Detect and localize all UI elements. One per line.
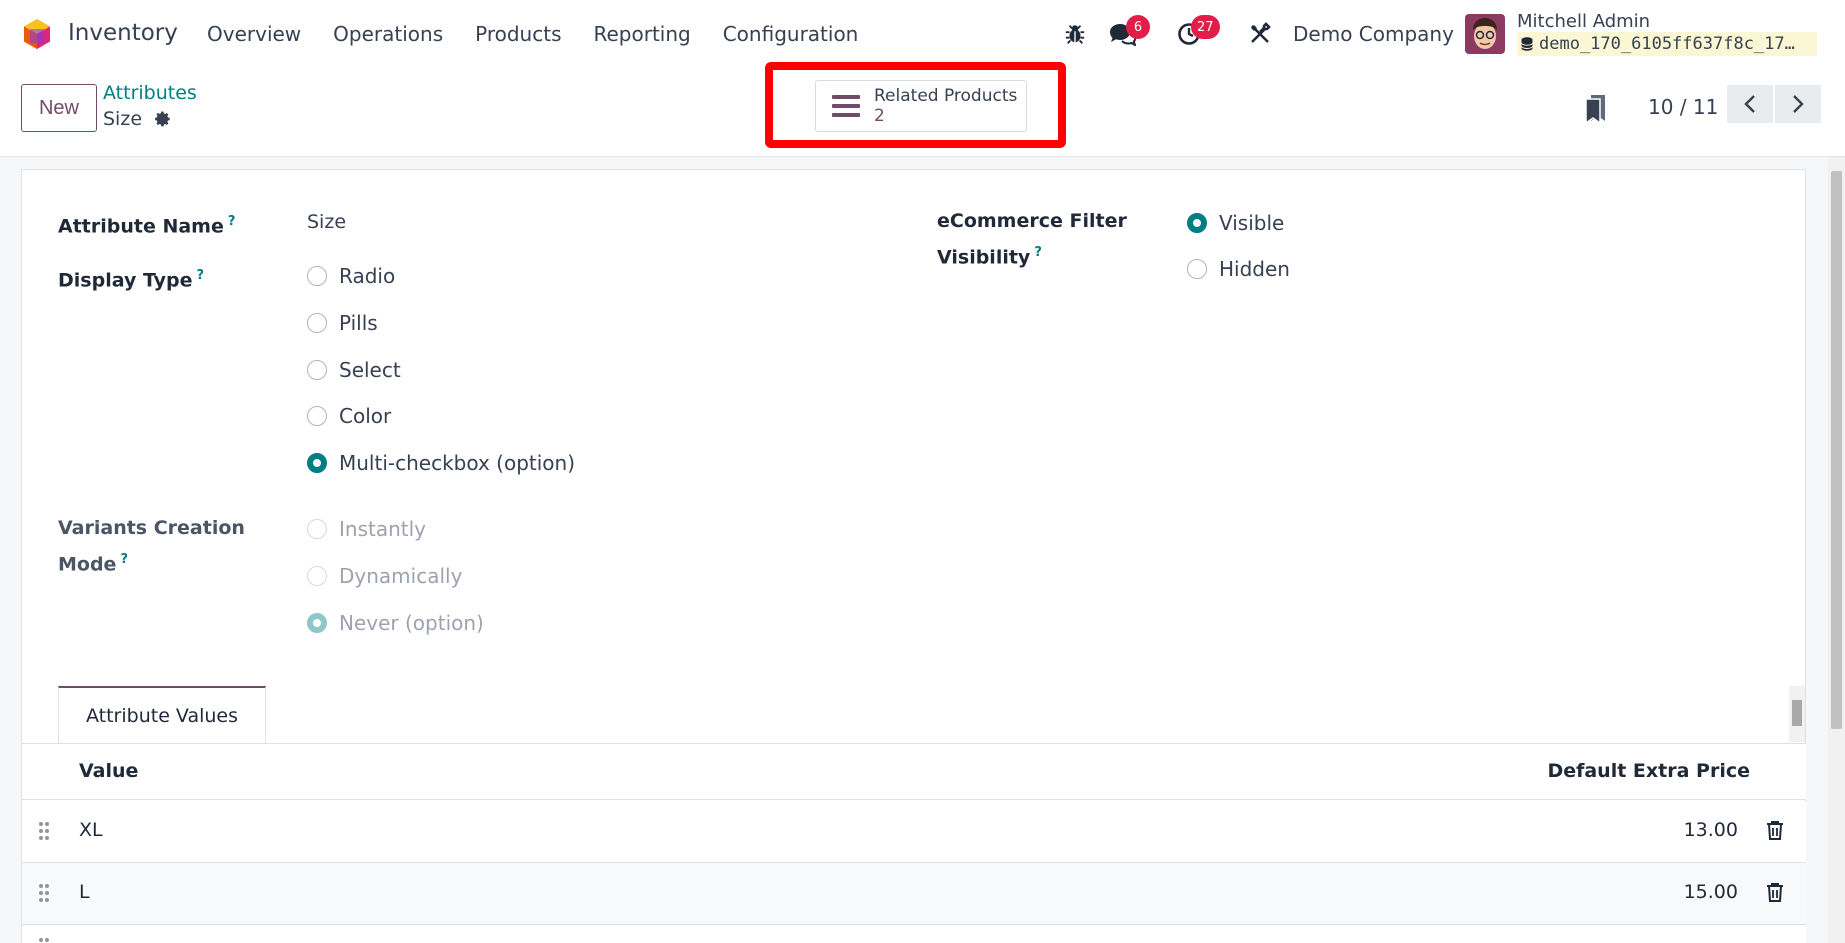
menu-configuration[interactable]: Configuration xyxy=(723,22,859,46)
gear-icon[interactable] xyxy=(154,110,172,128)
display-type-color[interactable]: Color xyxy=(307,404,391,428)
annotation-highlight-box xyxy=(765,62,1066,148)
app-name[interactable]: Inventory xyxy=(68,20,178,46)
cell-value[interactable]: L xyxy=(79,881,90,903)
variants-creation-label: Variants Creation Mode? xyxy=(58,517,245,576)
company-switcher[interactable]: Demo Company xyxy=(1293,22,1454,46)
bug-icon xyxy=(1065,25,1085,44)
menu-reporting[interactable]: Reporting xyxy=(593,22,690,46)
display-type-pills[interactable]: Pills xyxy=(307,311,378,335)
pager-value[interactable]: 10 / 11 xyxy=(1648,95,1718,119)
column-default-extra-price[interactable]: Default Extra Price xyxy=(1547,760,1750,782)
help-tooltip-icon[interactable]: ? xyxy=(120,552,128,567)
breadcrumb-current: Size xyxy=(103,108,172,130)
table-row[interactable]: L 15.00 xyxy=(22,863,1806,925)
variants-dynamically: Dynamically xyxy=(307,564,462,588)
display-type-label: Display Type? xyxy=(58,268,205,292)
breadcrumb-attributes[interactable]: Attributes xyxy=(103,82,197,104)
drag-handle-icon[interactable] xyxy=(38,883,50,903)
help-tooltip-icon[interactable]: ? xyxy=(1034,245,1042,260)
radio-indicator-selected xyxy=(307,613,327,633)
values-table-header: Value Default Extra Price xyxy=(22,744,1806,800)
trash-icon[interactable] xyxy=(1766,820,1784,840)
cell-extra-price[interactable]: 15.00 xyxy=(1684,881,1738,903)
page-scrollbar-thumb[interactable] xyxy=(1831,171,1842,729)
variants-instantly: Instantly xyxy=(307,517,426,541)
user-name[interactable]: Mitchell Admin xyxy=(1517,11,1650,32)
drag-handle-icon[interactable] xyxy=(38,937,50,943)
pager-next-button[interactable] xyxy=(1775,85,1821,123)
record-title: Size xyxy=(103,108,143,130)
cell-extra-price[interactable]: 13.00 xyxy=(1684,819,1738,841)
radio-indicator[interactable] xyxy=(307,266,327,286)
menu-products[interactable]: Products xyxy=(475,22,561,46)
variants-never: Never (option) xyxy=(307,611,484,635)
page-scrollbar[interactable] xyxy=(1828,157,1845,943)
help-tooltip-icon[interactable]: ? xyxy=(228,214,236,229)
pager-previous-button[interactable] xyxy=(1727,85,1773,123)
table-row[interactable]: XL 13.00 xyxy=(22,801,1806,863)
bookmark-icon[interactable] xyxy=(1583,93,1609,125)
radio-indicator[interactable] xyxy=(307,406,327,426)
drag-handle-icon[interactable] xyxy=(38,821,50,841)
tab-scrollbar[interactable] xyxy=(1789,686,1805,742)
radio-indicator[interactable] xyxy=(307,360,327,380)
display-type-multi-checkbox[interactable]: Multi-checkbox (option) xyxy=(307,451,575,475)
debug-button[interactable] xyxy=(1060,14,1090,54)
new-button[interactable]: New xyxy=(21,84,97,132)
attribute-name-field[interactable]: Size xyxy=(307,211,346,233)
activities-badge: 27 xyxy=(1191,15,1220,39)
radio-indicator xyxy=(307,566,327,586)
avatar-image xyxy=(1465,14,1505,54)
radio-indicator xyxy=(307,519,327,539)
column-value[interactable]: Value xyxy=(79,760,138,782)
attribute-name-label: Attribute Name? xyxy=(58,214,236,238)
display-type-radio[interactable]: Radio xyxy=(307,264,395,288)
ecommerce-visibility-label: eCommerce Filter Visibility? xyxy=(937,210,1127,269)
cell-value[interactable]: XL xyxy=(79,819,103,841)
settings-tools-button[interactable] xyxy=(1245,14,1275,54)
odoo-logo-icon[interactable] xyxy=(21,18,53,50)
help-tooltip-icon[interactable]: ? xyxy=(197,268,205,283)
radio-indicator[interactable] xyxy=(1187,259,1207,279)
database-name: demo_170_6105ff637f8c_17… xyxy=(1539,34,1795,54)
menu-overview[interactable]: Overview xyxy=(207,22,301,46)
chevron-left-icon xyxy=(1744,95,1755,113)
messages-badge: 6 xyxy=(1126,15,1150,39)
radio-indicator-selected[interactable] xyxy=(307,453,327,473)
menu-operations[interactable]: Operations xyxy=(333,22,443,46)
top-navbar: Inventory Overview Operations Products R… xyxy=(0,0,1845,68)
ecommerce-hidden[interactable]: Hidden xyxy=(1187,257,1290,281)
trash-icon[interactable] xyxy=(1766,882,1784,902)
tab-scrollbar-thumb[interactable] xyxy=(1792,700,1802,726)
ecommerce-visible[interactable]: Visible xyxy=(1187,211,1284,235)
tab-attribute-values[interactable]: Attribute Values xyxy=(58,686,266,744)
chevron-right-icon xyxy=(1793,95,1804,113)
tools-icon xyxy=(1251,22,1271,43)
database-badge: demo_170_6105ff637f8c_17… xyxy=(1517,32,1817,56)
user-avatar[interactable] xyxy=(1465,14,1505,54)
display-type-select[interactable]: Select xyxy=(307,358,401,382)
main-menu: Overview Operations Products Reporting C… xyxy=(207,22,858,46)
radio-indicator[interactable] xyxy=(307,313,327,333)
database-icon xyxy=(1521,37,1533,51)
table-row[interactable] xyxy=(22,925,1806,943)
radio-indicator-selected[interactable] xyxy=(1187,213,1207,233)
